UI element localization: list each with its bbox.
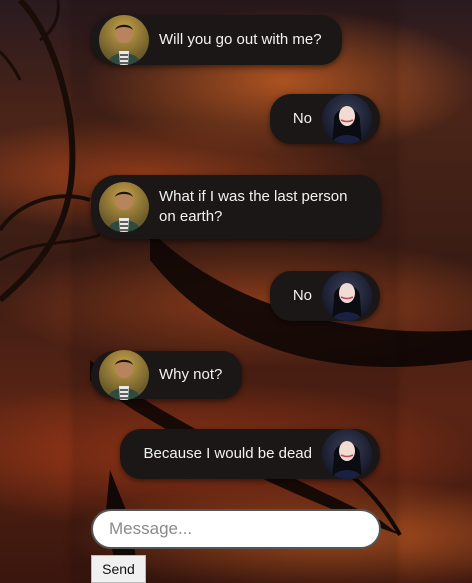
message-text: No xyxy=(292,110,312,127)
avatar xyxy=(99,350,149,400)
man-avatar-icon xyxy=(107,24,141,65)
send-button[interactable]: Send xyxy=(91,555,146,583)
message-bubble-received: Why not? xyxy=(91,350,243,400)
message-text: Why not? xyxy=(159,366,223,383)
woman-avatar-icon xyxy=(332,441,362,479)
woman-avatar-icon xyxy=(332,283,362,321)
man-avatar-icon xyxy=(107,191,141,232)
woman-avatar-icon xyxy=(332,106,362,144)
man-avatar-icon xyxy=(107,359,141,400)
message-bubble-received: Will you go out with me? xyxy=(91,15,342,65)
message-text: Will you go out with me? xyxy=(159,31,322,48)
avatar xyxy=(322,94,372,144)
message-bubble-sent: No xyxy=(270,94,380,144)
avatar xyxy=(322,429,372,479)
message-composer xyxy=(91,509,381,549)
avatar xyxy=(322,271,372,321)
message-bubble-sent: No xyxy=(270,271,380,321)
message-bubble-sent: Because I would be dead xyxy=(120,429,380,479)
message-text: What if I was the last person on earth? xyxy=(159,188,348,225)
message-input[interactable] xyxy=(91,509,381,549)
avatar xyxy=(99,15,149,65)
avatar xyxy=(99,182,149,232)
message-text: Because I would be dead xyxy=(143,445,312,462)
message-bubble-received: What if I was the last person on earth? xyxy=(91,175,381,239)
message-text: No xyxy=(292,287,312,304)
